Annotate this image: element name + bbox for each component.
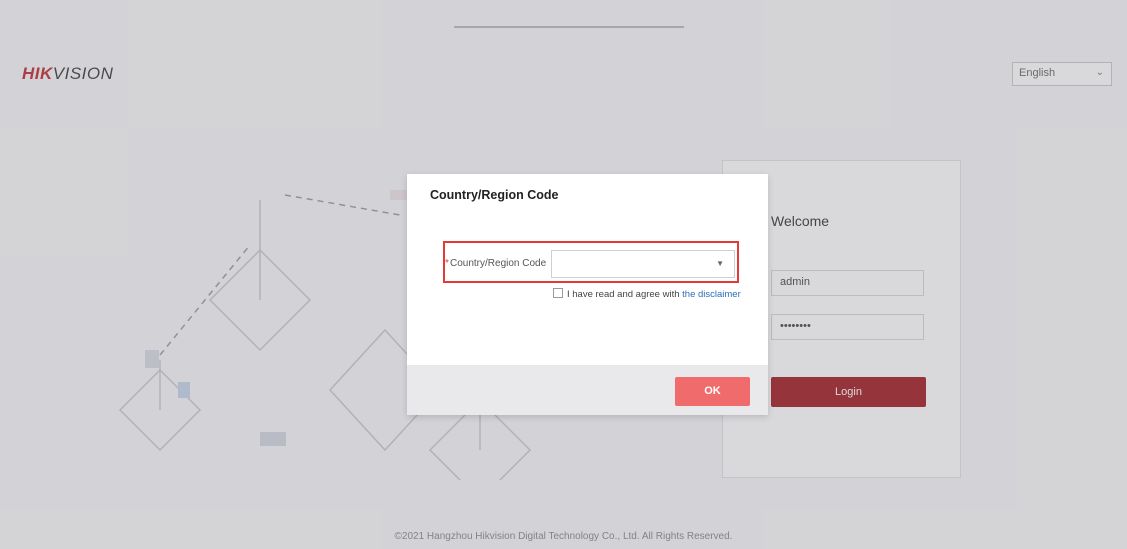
- country-region-dialog: Country/Region Code * Country/Region Cod…: [407, 174, 768, 415]
- ok-button[interactable]: OK: [675, 377, 750, 406]
- agreement-row: I have read and agree with the disclaime…: [553, 288, 741, 300]
- country-region-select[interactable]: ▼: [551, 250, 735, 278]
- agree-checkbox[interactable]: [553, 288, 563, 298]
- caret-down-icon: ▼: [716, 259, 724, 268]
- dialog-title: Country/Region Code: [430, 188, 559, 202]
- disclaimer-link[interactable]: the disclaimer: [682, 289, 741, 300]
- required-mark: *: [445, 258, 449, 269]
- country-field-label: Country/Region Code: [450, 258, 547, 269]
- agree-text: I have read and agree with: [567, 289, 683, 300]
